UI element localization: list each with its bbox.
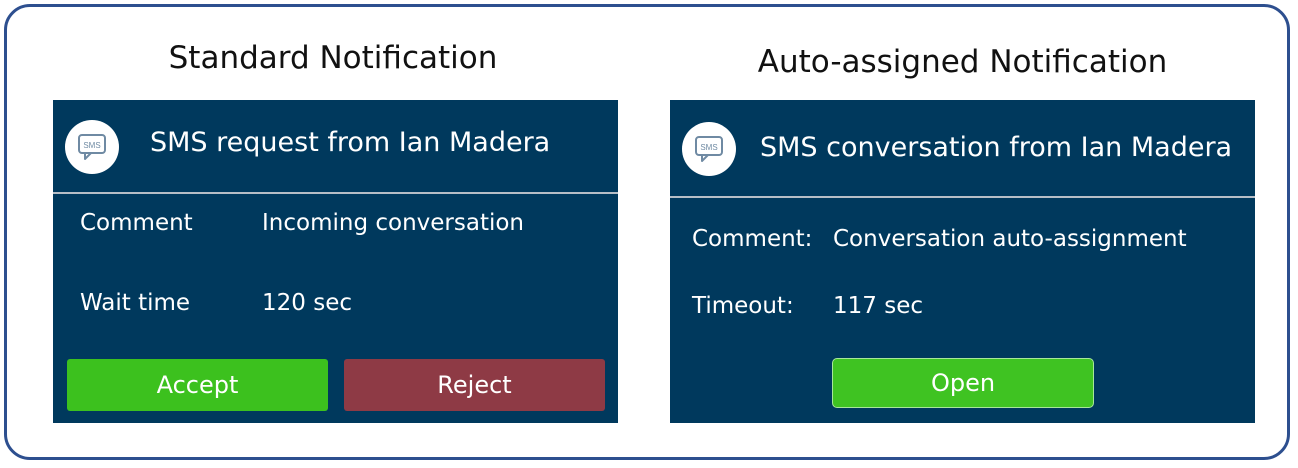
standard-notification-heading: Standard Notification (168, 40, 498, 76)
timeout-label: Timeout: (692, 293, 794, 319)
comment-label: Comment (80, 210, 193, 236)
open-button[interactable]: Open (832, 358, 1094, 408)
sms-chat-icon: SMS (682, 122, 736, 176)
sms-icon-text: SMS (83, 141, 100, 150)
reject-button[interactable]: Reject (344, 359, 605, 411)
wait-time-label: Wait time (80, 290, 191, 316)
comment-label: Comment: (692, 226, 813, 252)
standard-notification-card: SMS SMS request from Ian Madera Comment … (53, 100, 618, 423)
auto-assigned-notification-heading: Auto-assigned Notification (757, 44, 1168, 80)
comment-value: Conversation auto-assignment (833, 226, 1187, 252)
accept-button[interactable]: Accept (67, 359, 328, 411)
auto-assigned-notification-card: SMS SMS conversation from Ian Madera Com… (670, 100, 1255, 423)
sms-icon-text: SMS (700, 143, 717, 152)
notification-title: SMS request from Ian Madera (150, 127, 551, 158)
notification-title: SMS conversation from Ian Madera (760, 132, 1233, 163)
timeout-value: 117 sec (833, 293, 923, 319)
sms-chat-icon: SMS (65, 120, 119, 174)
wait-time-value: 120 sec (262, 290, 352, 316)
comment-value: Incoming conversation (262, 210, 525, 236)
notification-header: SMS SMS request from Ian Madera (53, 100, 618, 194)
notification-header: SMS SMS conversation from Ian Madera (670, 100, 1255, 198)
